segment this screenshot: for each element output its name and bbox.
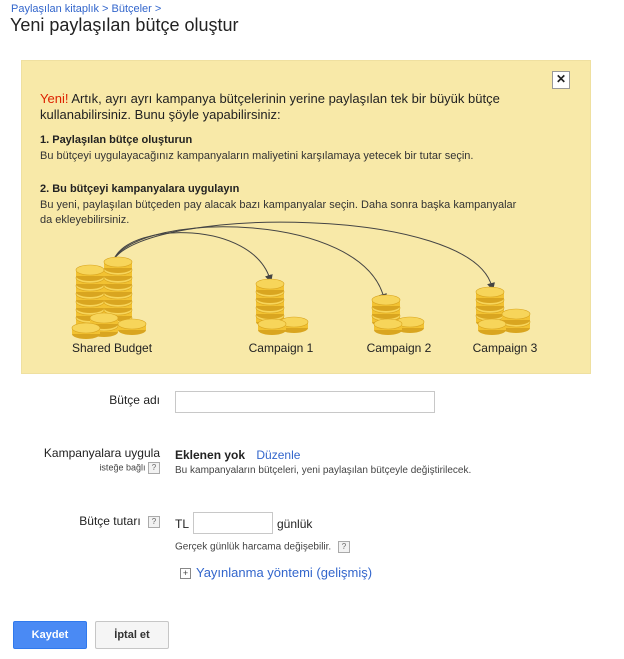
page-title: Yeni paylaşılan bütçe oluştur: [10, 15, 239, 35]
save-button[interactable]: Kaydet: [13, 621, 87, 649]
budget-amount-label-row: Bütçe tutarı ?: [40, 514, 160, 528]
budget-diagram: [71, 221, 531, 340]
currency-label: TL: [175, 517, 190, 531]
label-shared-budget: Shared Budget: [71, 341, 153, 355]
none-added-text: Eklenen yok: [175, 448, 246, 462]
cancel-button[interactable]: İptal et: [95, 621, 169, 649]
delivery-method-link[interactable]: Yayınlanma yöntemi (gelişmiş): [196, 565, 372, 580]
spend-note-row: Gerçek günlük harcama değişebilir. ?: [175, 541, 350, 553]
budget-amount-input[interactable]: [193, 512, 273, 534]
budget-name-input[interactable]: [175, 391, 435, 413]
budget-amount-label: Bütçe tutarı: [79, 514, 141, 528]
apply-campaigns-value: Eklenen yok Düzenle: [175, 448, 300, 462]
label-campaign-3: Campaign 3: [472, 341, 538, 355]
shared-budget-promo: ✕ Yeni! Artık, ayrı ayrı kampanya bütçel…: [21, 60, 591, 374]
arrow-campaign-1: [113, 232, 273, 283]
budget-name-label: Bütçe adı: [109, 393, 160, 407]
apply-campaigns-label: Kampanyalara uygula: [43, 446, 160, 460]
breadcrumb: Paylaşılan kitaplık > Bütçeler >: [11, 3, 164, 15]
breadcrumb-shared-library[interactable]: Paylaşılan kitaplık: [11, 3, 99, 15]
label-campaign-2: Campaign 2: [366, 341, 432, 355]
edit-campaigns-link[interactable]: Düzenle: [256, 448, 300, 462]
spend-note: Gerçek günlük harcama değişebilir.: [175, 541, 332, 553]
expand-icon[interactable]: +: [180, 568, 191, 580]
delivery-method-toggle[interactable]: + Yayınlanma yöntemi (gelişmiş): [180, 565, 372, 580]
breadcrumb-separator: >: [102, 3, 109, 15]
apply-campaigns-note: Bu kampanyaların bütçeleri, yeni paylaşı…: [175, 465, 472, 476]
breadcrumb-budgets[interactable]: Bütçeler: [111, 3, 151, 15]
label-campaign-1: Campaign 1: [248, 341, 314, 355]
daily-suffix: günlük: [277, 517, 313, 531]
shared-budget-coins: [71, 256, 147, 340]
help-icon[interactable]: ?: [148, 462, 160, 474]
arrow-campaign-2: [113, 226, 387, 302]
help-icon[interactable]: ?: [148, 515, 160, 528]
campaign-1-coins: [255, 278, 309, 336]
help-icon[interactable]: ?: [337, 541, 350, 553]
breadcrumb-separator: >: [154, 3, 162, 15]
optional-label: isteğe bağlı: [99, 462, 146, 473]
campaign-3-coins: [475, 286, 531, 336]
apply-campaigns-sub: isteğe bağlı ?: [20, 462, 160, 474]
campaign-2-coins: [371, 294, 425, 336]
